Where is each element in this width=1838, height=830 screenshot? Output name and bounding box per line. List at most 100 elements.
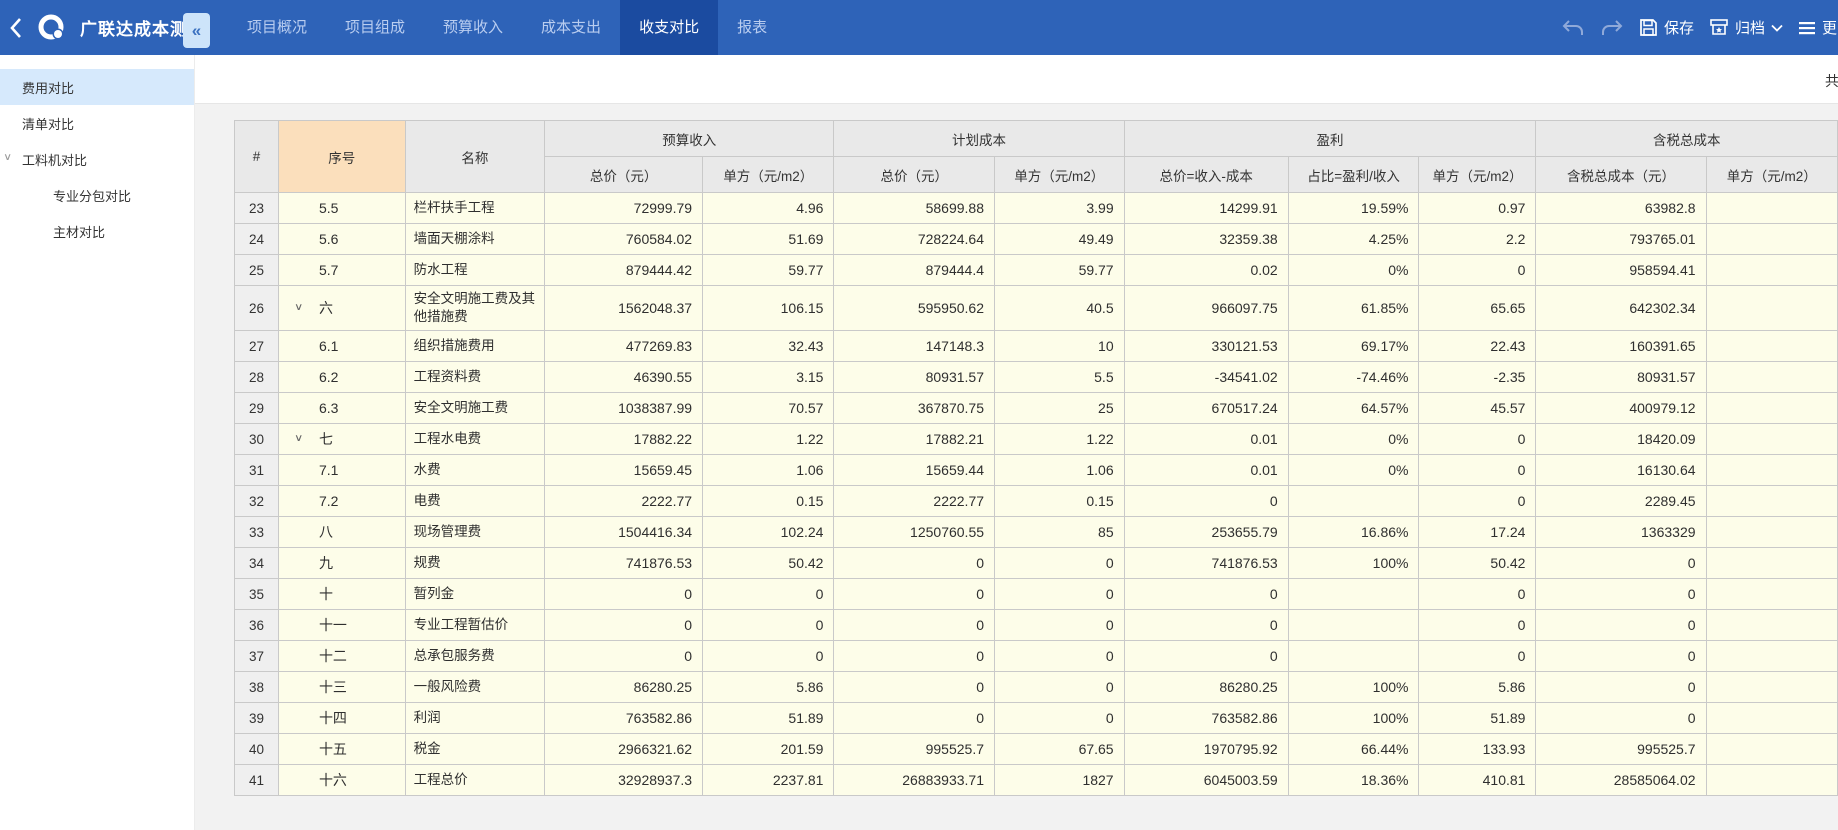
row-value-cell-0[interactable]: 0 bbox=[545, 641, 703, 672]
row-value-cell-6[interactable]: 65.65 bbox=[1419, 286, 1536, 331]
row-index-cell[interactable]: 23 bbox=[235, 193, 279, 224]
row-value-cell-2[interactable]: 595950.62 bbox=[834, 286, 995, 331]
row-value-cell-3[interactable]: 67.65 bbox=[995, 734, 1125, 765]
row-value-cell-0[interactable]: 477269.83 bbox=[545, 331, 703, 362]
row-value-cell-7[interactable]: 18420.09 bbox=[1536, 424, 1706, 455]
row-value-cell-6[interactable]: 410.81 bbox=[1419, 765, 1536, 796]
row-value-cell-8[interactable] bbox=[1706, 486, 1837, 517]
row-value-cell-3[interactable]: 10 bbox=[995, 331, 1125, 362]
row-seq-cell[interactable]: ∨六 bbox=[278, 286, 405, 331]
nav-tab-3[interactable]: 成本支出 bbox=[522, 0, 620, 55]
row-value-cell-7[interactable]: 0 bbox=[1536, 672, 1706, 703]
row-value-cell-8[interactable] bbox=[1706, 610, 1837, 641]
row-value-cell-6[interactable]: 0 bbox=[1419, 455, 1536, 486]
row-value-cell-6[interactable]: 51.89 bbox=[1419, 703, 1536, 734]
row-index-cell[interactable]: 24 bbox=[235, 224, 279, 255]
row-value-cell-5[interactable]: 16.86% bbox=[1288, 517, 1419, 548]
row-seq-cell[interactable]: 十六 bbox=[278, 765, 405, 796]
row-value-cell-8[interactable] bbox=[1706, 455, 1837, 486]
row-value-cell-5[interactable] bbox=[1288, 486, 1419, 517]
row-value-cell-7[interactable]: 793765.01 bbox=[1536, 224, 1706, 255]
row-value-cell-1[interactable]: 0 bbox=[703, 641, 834, 672]
row-value-cell-2[interactable]: 26883933.71 bbox=[834, 765, 995, 796]
row-value-cell-6[interactable]: 0 bbox=[1419, 610, 1536, 641]
row-value-cell-7[interactable]: 0 bbox=[1536, 548, 1706, 579]
row-value-cell-8[interactable] bbox=[1706, 255, 1837, 286]
row-value-cell-6[interactable]: 50.42 bbox=[1419, 548, 1536, 579]
row-seq-cell[interactable]: 八 bbox=[278, 517, 405, 548]
row-seq-cell[interactable]: 7.2 bbox=[278, 486, 405, 517]
nav-tab-0[interactable]: 项目概况 bbox=[228, 0, 326, 55]
row-value-cell-0[interactable]: 1038387.99 bbox=[545, 393, 703, 424]
row-name-cell[interactable]: 工程资料费 bbox=[405, 362, 544, 393]
row-value-cell-3[interactable]: 5.5 bbox=[995, 362, 1125, 393]
row-value-cell-3[interactable]: 0 bbox=[995, 672, 1125, 703]
row-value-cell-1[interactable]: 3.15 bbox=[703, 362, 834, 393]
row-value-cell-6[interactable]: 0 bbox=[1419, 255, 1536, 286]
row-value-cell-5[interactable] bbox=[1288, 579, 1419, 610]
row-name-cell[interactable]: 暂列金 bbox=[405, 579, 544, 610]
row-value-cell-2[interactable]: 0 bbox=[834, 672, 995, 703]
row-value-cell-8[interactable] bbox=[1706, 579, 1837, 610]
row-name-cell[interactable]: 水费 bbox=[405, 455, 544, 486]
row-value-cell-1[interactable]: 0.15 bbox=[703, 486, 834, 517]
row-value-cell-8[interactable] bbox=[1706, 193, 1837, 224]
row-value-cell-1[interactable]: 51.69 bbox=[703, 224, 834, 255]
row-value-cell-4[interactable]: 0 bbox=[1124, 579, 1288, 610]
row-value-cell-3[interactable]: 1.22 bbox=[995, 424, 1125, 455]
row-value-cell-1[interactable]: 1.22 bbox=[703, 424, 834, 455]
tree-collapse-icon[interactable]: ∨ bbox=[294, 433, 303, 444]
row-value-cell-4[interactable]: 253655.79 bbox=[1124, 517, 1288, 548]
save-button[interactable]: 保存 bbox=[1639, 17, 1694, 38]
row-value-cell-0[interactable]: 86280.25 bbox=[545, 672, 703, 703]
row-index-cell[interactable]: 31 bbox=[235, 455, 279, 486]
row-value-cell-7[interactable]: 1363329 bbox=[1536, 517, 1706, 548]
row-value-cell-6[interactable]: 45.57 bbox=[1419, 393, 1536, 424]
row-seq-cell[interactable]: 6.2 bbox=[278, 362, 405, 393]
row-value-cell-4[interactable]: 6045003.59 bbox=[1124, 765, 1288, 796]
row-value-cell-6[interactable]: 0 bbox=[1419, 486, 1536, 517]
row-value-cell-6[interactable]: 0 bbox=[1419, 579, 1536, 610]
row-value-cell-2[interactable]: 0 bbox=[834, 641, 995, 672]
row-name-cell[interactable]: 工程水电费 bbox=[405, 424, 544, 455]
row-name-cell[interactable]: 总承包服务费 bbox=[405, 641, 544, 672]
row-value-cell-4[interactable]: 14299.91 bbox=[1124, 193, 1288, 224]
row-value-cell-5[interactable]: -74.46% bbox=[1288, 362, 1419, 393]
row-value-cell-1[interactable]: 5.86 bbox=[703, 672, 834, 703]
row-value-cell-6[interactable]: 17.24 bbox=[1419, 517, 1536, 548]
row-value-cell-2[interactable]: 367870.75 bbox=[834, 393, 995, 424]
redo-icon[interactable] bbox=[1600, 19, 1624, 37]
row-value-cell-2[interactable]: 2222.77 bbox=[834, 486, 995, 517]
row-value-cell-6[interactable]: 2.2 bbox=[1419, 224, 1536, 255]
archive-button[interactable]: 归档 bbox=[1709, 17, 1783, 38]
row-value-cell-1[interactable]: 59.77 bbox=[703, 255, 834, 286]
row-value-cell-6[interactable]: 0.97 bbox=[1419, 193, 1536, 224]
row-value-cell-1[interactable]: 106.15 bbox=[703, 286, 834, 331]
row-value-cell-2[interactable]: 1250760.55 bbox=[834, 517, 995, 548]
row-value-cell-7[interactable]: 80931.57 bbox=[1536, 362, 1706, 393]
row-value-cell-7[interactable]: 0 bbox=[1536, 610, 1706, 641]
row-value-cell-0[interactable]: 879444.42 bbox=[545, 255, 703, 286]
row-value-cell-3[interactable]: 0 bbox=[995, 548, 1125, 579]
row-value-cell-3[interactable]: 3.99 bbox=[995, 193, 1125, 224]
row-value-cell-2[interactable]: 80931.57 bbox=[834, 362, 995, 393]
row-value-cell-1[interactable]: 51.89 bbox=[703, 703, 834, 734]
row-value-cell-4[interactable]: 32359.38 bbox=[1124, 224, 1288, 255]
row-value-cell-8[interactable] bbox=[1706, 641, 1837, 672]
more-menu-button[interactable]: 更多 bbox=[1798, 17, 1838, 38]
row-value-cell-5[interactable]: 0% bbox=[1288, 455, 1419, 486]
row-value-cell-6[interactable]: 5.86 bbox=[1419, 672, 1536, 703]
row-value-cell-6[interactable]: 0 bbox=[1419, 641, 1536, 672]
sidebar-item-1[interactable]: 清单对比 bbox=[0, 105, 194, 141]
row-value-cell-0[interactable]: 760584.02 bbox=[545, 224, 703, 255]
row-name-cell[interactable]: 利润 bbox=[405, 703, 544, 734]
row-value-cell-2[interactable]: 58699.88 bbox=[834, 193, 995, 224]
row-value-cell-2[interactable]: 728224.64 bbox=[834, 224, 995, 255]
row-name-cell[interactable]: 墙面天棚涂料 bbox=[405, 224, 544, 255]
row-value-cell-2[interactable]: 0 bbox=[834, 703, 995, 734]
row-value-cell-0[interactable]: 741876.53 bbox=[545, 548, 703, 579]
row-index-cell[interactable]: 27 bbox=[235, 331, 279, 362]
nav-tab-2[interactable]: 预算收入 bbox=[424, 0, 522, 55]
row-value-cell-1[interactable]: 32.43 bbox=[703, 331, 834, 362]
row-value-cell-3[interactable]: 49.49 bbox=[995, 224, 1125, 255]
